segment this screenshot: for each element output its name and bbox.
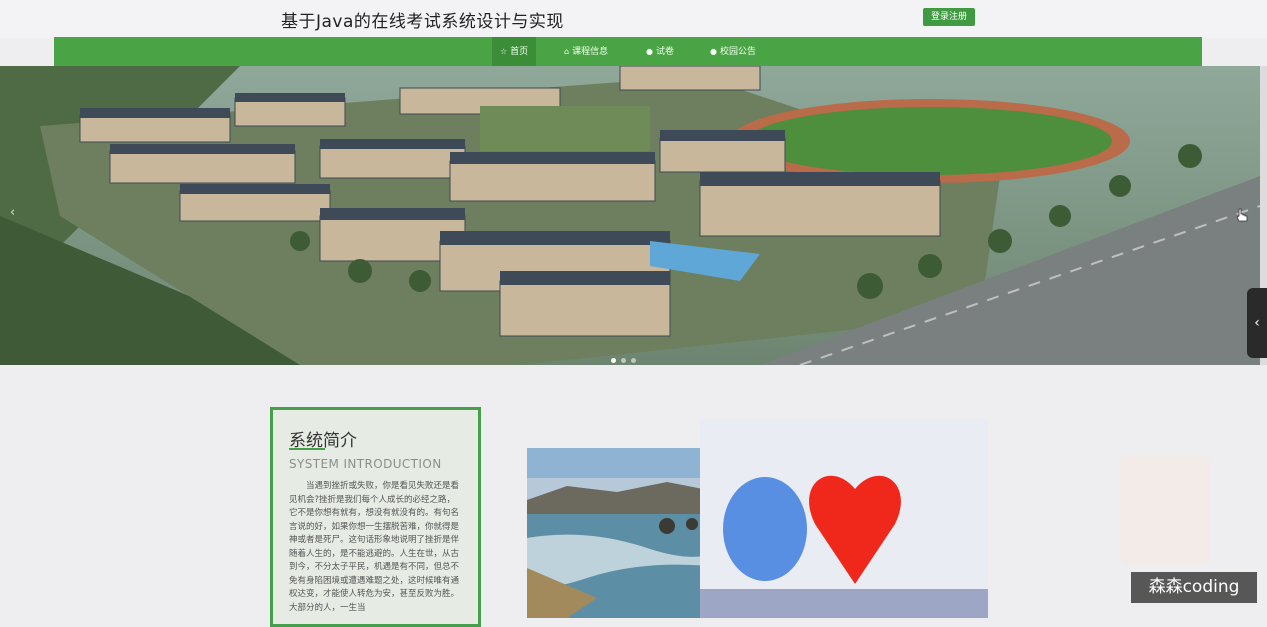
system-intro-panel: 系统简介 SYSTEM INTRODUCTION 当遇到挫折或失败，你是看见失败… <box>270 407 481 627</box>
star-icon: ☆ <box>500 47 508 56</box>
nav-item-label: 校园公告 <box>719 47 756 57</box>
site-title: 基于Java的在线考试系统设计与实现 <box>281 12 564 32</box>
side-collapse-tab[interactable]: ‹ <box>1247 288 1267 358</box>
watermark-label: 森森coding <box>1131 572 1257 603</box>
circle-icon: ● <box>646 47 653 56</box>
nav-item-label: 首页 <box>510 47 529 57</box>
hand-cursor-icon <box>1236 208 1248 222</box>
carousel-indicators <box>611 348 641 363</box>
main-nav: ☆ 首页 ⌂ 课程信息 ● 试卷 ● 校园公告 <box>54 37 1202 66</box>
top-header: 基于Java的在线考试系统设计与实现 登录注册 <box>0 0 1267 38</box>
carousel-prev-icon[interactable]: ‹ <box>10 205 15 220</box>
nav-item-label: 课程信息 <box>572 47 609 57</box>
coast-photo <box>527 448 729 618</box>
nav-item-label: 试卷 <box>655 47 674 57</box>
nav-item-courses[interactable]: ⌂ 课程信息 <box>556 37 616 66</box>
nav-item-notices[interactable]: ● 校园公告 <box>702 37 764 66</box>
login-register-button[interactable]: 登录注册 <box>923 8 975 26</box>
carousel-dot[interactable] <box>621 358 626 363</box>
intro-body-text: 当遇到挫折或失败，你是看见失败还是看见机会?挫折是我们每个人成长的必经之路，它不… <box>289 481 460 613</box>
title-underline <box>289 448 325 450</box>
nav-item-home[interactable]: ☆ 首页 <box>492 37 537 66</box>
heart-art-image <box>700 419 988 618</box>
intro-subtitle: SYSTEM INTRODUCTION <box>289 457 442 471</box>
carousel-dot[interactable] <box>631 358 636 363</box>
campus-banner-carousel[interactable] <box>0 66 1260 365</box>
home-icon: ⌂ <box>564 47 570 56</box>
nav-item-papers[interactable]: ● 试卷 <box>638 37 682 66</box>
circle-icon: ● <box>710 47 717 56</box>
decorative-panel <box>1120 455 1210 565</box>
campus-aerial-image <box>0 66 1260 365</box>
carousel-dot[interactable] <box>611 358 616 363</box>
